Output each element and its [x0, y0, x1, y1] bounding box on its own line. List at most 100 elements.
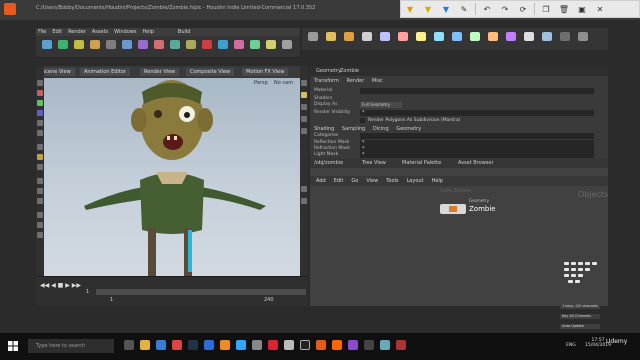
pen-icon[interactable]: ▼	[437, 1, 455, 17]
windows-start-icon[interactable]	[8, 341, 18, 351]
switcher-icon[interactable]	[578, 32, 588, 41]
ghost-icon[interactable]	[37, 232, 43, 238]
timeline-start-frame[interactable]: 1	[86, 289, 89, 295]
ambient-light-icon[interactable]	[524, 32, 534, 41]
net-menu-layout[interactable]: Layout	[407, 178, 424, 184]
circle-tool-icon[interactable]	[154, 40, 164, 49]
spot-light-icon[interactable]	[344, 32, 354, 41]
display-options-icon[interactable]	[301, 80, 307, 86]
vr-camera-icon[interactable]	[560, 32, 570, 41]
menu-build[interactable]: Build	[178, 29, 191, 35]
gi-light-icon[interactable]	[470, 32, 480, 41]
visibility-icon[interactable]	[301, 128, 307, 134]
pen-icon[interactable]: ▼	[401, 1, 419, 17]
draw-curve-tool-icon[interactable]	[186, 40, 196, 49]
tab-tree-view[interactable]: Tree View	[362, 160, 386, 166]
geometry-node[interactable]: Geometry Zombie	[440, 198, 496, 214]
task-view-icon[interactable]	[124, 340, 134, 350]
menu-assets[interactable]: Assets	[92, 29, 108, 35]
pose-tool-icon[interactable]	[37, 130, 43, 136]
net-menu-go[interactable]: Go	[351, 178, 358, 184]
sphere-tool-icon[interactable]	[58, 40, 68, 49]
background-icon[interactable]	[301, 116, 307, 122]
timeline-current-frame[interactable]: 1	[110, 297, 113, 303]
notepad-icon[interactable]	[380, 340, 390, 350]
menu-help[interactable]: Help	[142, 29, 153, 35]
substance-icon[interactable]	[268, 340, 278, 350]
handle-tool-icon[interactable]	[37, 120, 43, 126]
snap-tool-icon[interactable]	[37, 154, 43, 160]
taskbar-search-input[interactable]: Type here to search	[28, 339, 114, 353]
camera-view-icon[interactable]	[37, 178, 43, 184]
platonic-tool-icon[interactable]	[250, 40, 260, 49]
display-as-dropdown[interactable]: Full Geometry	[360, 102, 402, 108]
flipbook-icon[interactable]	[301, 186, 307, 192]
caustic-light-icon[interactable]	[488, 32, 498, 41]
auto-update-button[interactable]: Auto Update	[560, 324, 600, 329]
mail-icon[interactable]	[204, 340, 214, 350]
shaded-icon[interactable]	[37, 222, 43, 228]
volume-light-icon[interactable]	[398, 32, 408, 41]
tab-shading[interactable]: Shading	[314, 126, 334, 132]
metaball-tool-icon[interactable]	[282, 40, 292, 49]
tab-render-view[interactable]: Render View	[140, 68, 180, 76]
point-light-icon[interactable]	[326, 32, 336, 41]
view-label-persp[interactable]: Persp	[254, 80, 268, 86]
null-tool-icon[interactable]	[122, 40, 132, 49]
net-menu-help[interactable]: Help	[432, 178, 443, 184]
view-label-camera[interactable]: No cam	[274, 80, 293, 86]
copy-icon[interactable]: ❐	[537, 1, 555, 17]
language-indicator[interactable]: ENG	[566, 343, 576, 348]
sky-light-icon[interactable]	[452, 32, 462, 41]
torus-tool-icon[interactable]	[90, 40, 100, 49]
view-tool-icon[interactable]	[37, 144, 43, 150]
refresh-icon[interactable]: ⟳	[514, 1, 532, 17]
tab-geometry[interactable]: Geometry	[396, 126, 421, 132]
tab-composite-view[interactable]: Composite View	[186, 68, 235, 76]
lighting-icon[interactable]	[301, 92, 307, 98]
grid-toggle-icon[interactable]	[37, 198, 43, 204]
subdivision-checkbox[interactable]	[360, 118, 365, 123]
undo-icon[interactable]: ↶	[478, 1, 496, 17]
area-light-icon[interactable]	[362, 32, 372, 41]
tab-transform[interactable]: Transform	[314, 78, 339, 84]
tab-motion-fx-view[interactable]: Motion FX View	[242, 68, 289, 76]
unity-icon[interactable]	[300, 340, 310, 350]
key-all-channels-button[interactable]: Key All Channels	[560, 314, 600, 319]
categories-field[interactable]	[360, 133, 594, 139]
houdini-taskbar-icon[interactable]	[316, 340, 326, 350]
move-tool-icon[interactable]	[37, 90, 43, 96]
line-tool-icon[interactable]	[138, 40, 148, 49]
render-visibility-field[interactable]: *	[360, 110, 594, 116]
display-tool-icon[interactable]	[37, 164, 43, 170]
visual-studio-icon[interactable]	[348, 340, 358, 350]
blender-icon[interactable]	[220, 340, 230, 350]
save-icon[interactable]: ▣	[573, 1, 591, 17]
tube-tool-icon[interactable]	[74, 40, 84, 49]
geometry-light-icon[interactable]	[380, 32, 390, 41]
zbrush-icon[interactable]	[252, 340, 262, 350]
rotate-tool-icon[interactable]	[37, 100, 43, 106]
lock-view-icon[interactable]	[37, 188, 43, 194]
tab-render[interactable]: Render	[346, 78, 364, 84]
store-icon[interactable]	[156, 340, 166, 350]
eraser-icon[interactable]: ✎	[455, 1, 473, 17]
scene-viewport[interactable]: Persp No cam	[44, 78, 300, 276]
tab-obj-zombie[interactable]: /obj/zombie	[314, 160, 343, 166]
spray-paint-tool-icon[interactable]	[218, 40, 228, 49]
tab-animation-editor[interactable]: Animation Editor	[80, 68, 130, 76]
tab-material-palette[interactable]: Material Palette	[402, 160, 441, 166]
path-tool-icon[interactable]	[202, 40, 212, 49]
snip-icon[interactable]	[396, 340, 406, 350]
stereo-camera-icon[interactable]	[542, 32, 552, 41]
menu-edit[interactable]: Edit	[52, 29, 62, 35]
tab-dicing[interactable]: Dicing	[373, 126, 389, 132]
menu-render[interactable]: Render	[68, 29, 86, 35]
timeline-track[interactable]	[96, 289, 306, 295]
redo-icon[interactable]: ↷	[496, 1, 514, 17]
select-tool-icon[interactable]	[37, 80, 43, 86]
font-tool-icon[interactable]	[234, 40, 244, 49]
obs-icon[interactable]	[364, 340, 374, 350]
close-icon[interactable]: ✕	[591, 1, 609, 17]
play-controls[interactable]: ◀◀ ◀ ■ ▶ ▶▶	[40, 282, 81, 289]
